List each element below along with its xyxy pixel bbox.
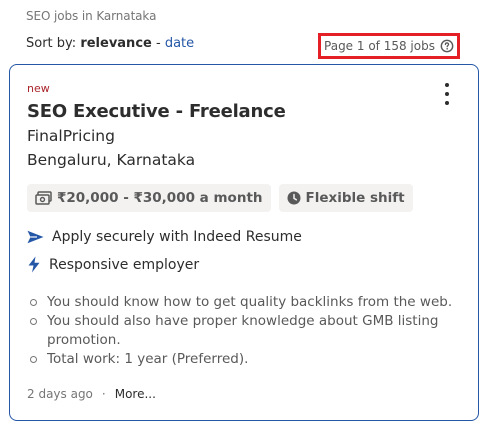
salary-attribute: ₹20,000 - ₹30,000 a month [27,184,271,212]
feature-responsive-employer-label: Responsive employer [49,256,200,273]
sort-row: Sort by: relevance - date [26,36,194,51]
feature-indeed-apply-label: Apply securely with Indeed Resume [52,229,302,245]
money-icon [35,191,52,205]
job-snippet: You should know how to get quality backl… [27,293,467,369]
sort-separator: - [155,36,161,51]
shift-attribute: Flexible shift [278,184,413,212]
kebab-menu-icon[interactable] [442,83,452,105]
new-badge: new [27,82,50,95]
page-count-text: Page 1 of 158 jobs [324,39,435,53]
job-attributes: ₹20,000 - ₹30,000 a month Flexible shift [27,184,413,212]
snippet-item: You should also have proper knowledge ab… [27,312,467,350]
sort-label: Sort by: [26,36,77,51]
snippet-item: Total work: 1 year (Preferred). [27,350,467,369]
posted-date: 2 days ago [27,387,93,401]
lightning-icon [28,256,40,273]
feature-responsive-employer: Responsive employer [27,256,199,273]
footer-separator: · [101,387,106,401]
company-name: FinalPricing [27,127,115,145]
more-link[interactable]: More... [115,387,156,401]
feature-indeed-apply: Apply securely with Indeed Resume [27,229,302,245]
sort-relevance: relevance [80,36,152,51]
sort-date-link[interactable]: date [165,36,194,51]
shift-text: Flexible shift [305,190,405,206]
send-arrow-icon [27,230,44,244]
clock-icon [287,191,301,205]
job-title[interactable]: SEO Executive - Freelance [27,101,286,122]
search-context-label: SEO jobs in Karnataka [26,9,157,23]
job-footer: 2 days ago · More... [27,387,156,401]
job-card[interactable]: new SEO Executive - Freelance FinalPrici… [9,64,479,421]
job-location: Bengaluru, Karnataka [27,151,196,169]
salary-text: ₹20,000 - ₹30,000 a month [57,190,263,206]
help-icon[interactable] [440,39,454,53]
page-count: Page 1 of 158 jobs [318,33,460,59]
snippet-item: You should know how to get quality backl… [27,293,467,312]
